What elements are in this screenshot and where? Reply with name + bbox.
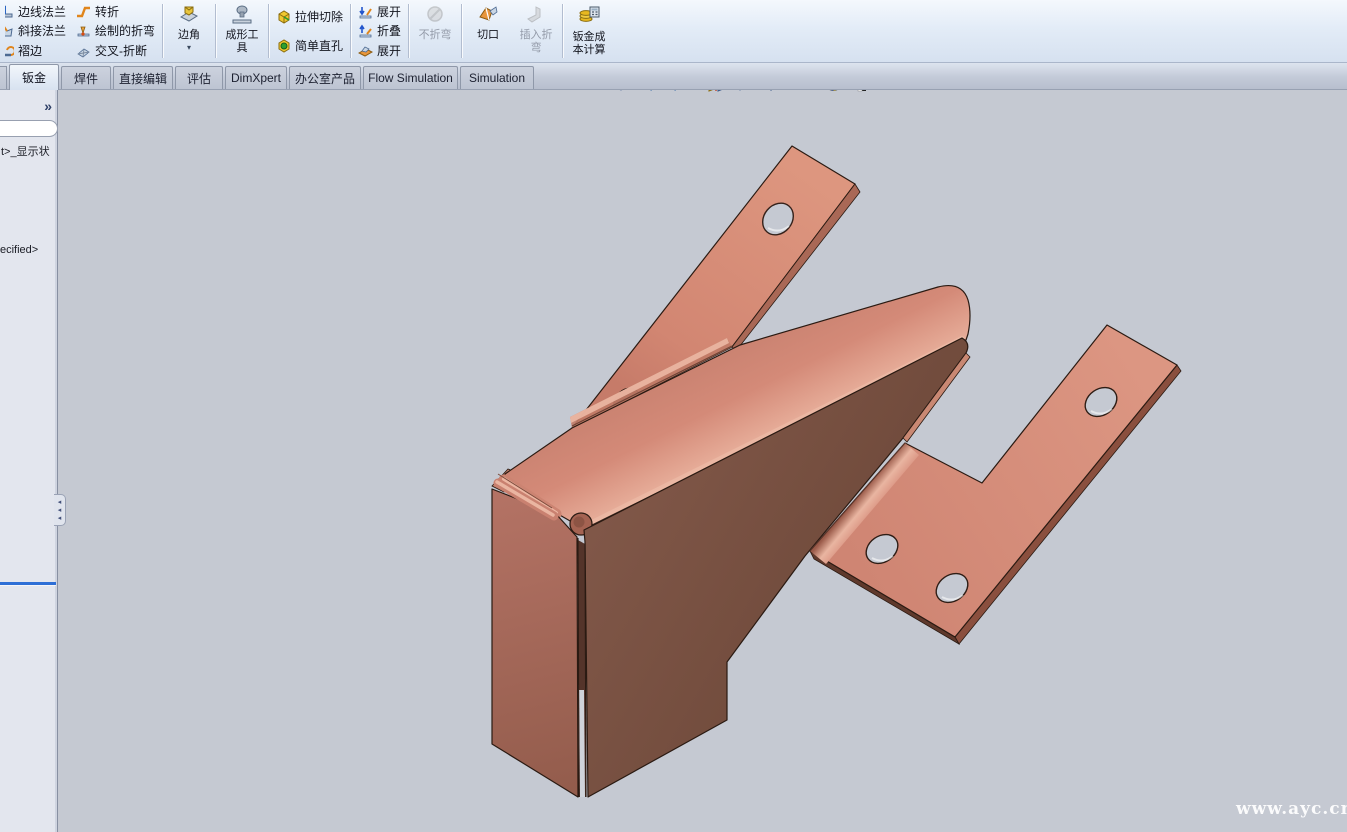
panel-splitter-handle[interactable]: ◂◂◂ xyxy=(54,494,66,526)
watermark: www.ayc.cn xyxy=(1236,799,1347,819)
extruded-cut-icon xyxy=(276,9,291,24)
sheet-metal-part-model[interactable] xyxy=(0,0,1347,832)
insert-bends-button[interactable]: 插入折 弯 xyxy=(512,0,560,62)
simple-hole-button[interactable]: 简单直孔 xyxy=(274,36,345,55)
sketched-bend-button[interactable]: 绘制的折弯 xyxy=(74,21,157,40)
tab-direct-editing[interactable]: 直接编辑 xyxy=(113,66,173,89)
toolbar-separator xyxy=(350,4,351,58)
fold-button[interactable]: 折叠 xyxy=(356,21,403,40)
tab-office-products[interactable]: 办公室产品 xyxy=(289,66,361,89)
edge-flange-button[interactable]: 边线法兰 xyxy=(3,2,68,21)
toolbar-fold-column: 展开 折叠 展开 xyxy=(353,0,406,62)
panel-expand-chevrons[interactable]: » xyxy=(44,98,51,114)
sheet-metal-cost-icon xyxy=(577,3,601,30)
fold-icon xyxy=(358,23,373,38)
insert-bends-icon xyxy=(524,3,548,28)
rollback-bar[interactable] xyxy=(0,582,56,585)
tab-flow-simulation[interactable]: Flow Simulation xyxy=(363,66,458,89)
corner-dropdown-arrow[interactable]: ▾ xyxy=(187,44,191,52)
forming-tool-icon xyxy=(230,3,254,28)
tab-partial[interactable] xyxy=(0,66,7,89)
cross-break-icon xyxy=(76,43,91,58)
toolbar-separator xyxy=(162,4,163,58)
toolbar-separator xyxy=(268,4,269,58)
cross-break-button[interactable]: 交叉-折断 xyxy=(74,41,157,60)
corner-button[interactable]: 边角 ▾ xyxy=(165,0,213,62)
toolbar-cut-column: 拉伸切除 简单直孔 xyxy=(271,0,348,62)
unfold-icon xyxy=(358,4,373,19)
unfold-button[interactable]: 展开 xyxy=(356,2,403,21)
jog-icon xyxy=(76,4,91,19)
miter-flange-button[interactable]: 斜接法兰 xyxy=(3,21,68,40)
tree-item-material[interactable]: ecified> xyxy=(0,244,57,256)
command-manager-tabbar: 钣金 焊件 直接编辑 评估 DimXpert 办公室产品 Flow Simula… xyxy=(0,63,1347,90)
edge-flange-icon xyxy=(5,4,14,19)
tab-weldments[interactable]: 焊件 xyxy=(61,66,111,89)
feature-tree-filter-input[interactable] xyxy=(0,120,58,137)
hem-icon xyxy=(5,43,14,58)
simple-hole-icon xyxy=(276,38,291,53)
tab-sheet-metal[interactable]: 钣金 xyxy=(9,64,59,90)
tab-evaluate[interactable]: 评估 xyxy=(175,66,223,89)
tab-simulation[interactable]: Simulation xyxy=(460,66,534,89)
toolbar-flange-column: 边线法兰 斜接法兰 褶边 xyxy=(0,0,71,62)
flatten-button[interactable]: 展开 xyxy=(356,41,403,60)
sketched-bend-icon xyxy=(76,23,91,38)
feature-manager-panel: » t>_显示状 ecified> ◂◂◂ xyxy=(0,90,58,832)
no-bends-icon xyxy=(424,3,446,28)
no-bends-button[interactable]: 不折弯 xyxy=(411,0,459,62)
model-rip-gap[interactable] xyxy=(578,538,586,797)
toolbar-separator xyxy=(408,4,409,58)
flatten-icon xyxy=(358,43,373,58)
toolbar-separator xyxy=(562,4,563,58)
rip-button[interactable]: 切口 xyxy=(464,0,512,62)
command-manager-toolbar: 边线法兰 斜接法兰 褶边 转折 绘制的折弯 交叉-折断 xyxy=(0,0,1347,63)
miter-flange-icon xyxy=(5,23,14,38)
toolbar-separator xyxy=(461,4,462,58)
corner-icon xyxy=(177,3,201,28)
jog-button[interactable]: 转折 xyxy=(74,2,157,21)
toolbar-separator xyxy=(215,4,216,58)
forming-tool-button[interactable]: 成形工 具 xyxy=(218,0,266,62)
rip-icon xyxy=(476,3,500,28)
tab-dimxpert[interactable]: DimXpert xyxy=(225,66,287,89)
hem-button[interactable]: 褶边 xyxy=(3,41,68,60)
sheet-metal-cost-button[interactable]: 钣金成 本计算 xyxy=(565,0,613,62)
toolbar-bend-column: 转折 绘制的折弯 交叉-折断 xyxy=(71,0,160,62)
model-left-flange[interactable] xyxy=(492,482,578,797)
tree-item-display-state[interactable]: t>_显示状 xyxy=(1,143,57,159)
extruded-cut-button[interactable]: 拉伸切除 xyxy=(274,7,345,26)
